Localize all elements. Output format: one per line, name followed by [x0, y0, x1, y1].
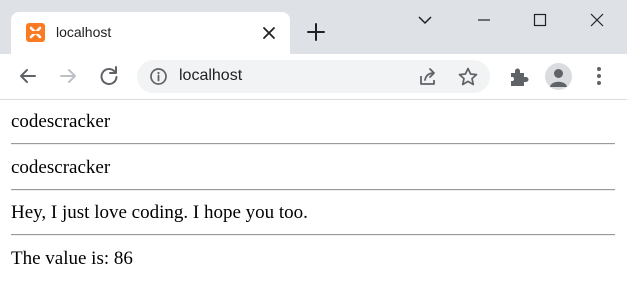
xampp-favicon-icon — [26, 23, 45, 42]
browser-toolbar: localhost — [0, 54, 627, 100]
info-icon[interactable] — [149, 67, 168, 86]
browser-tab[interactable]: localhost — [11, 12, 290, 54]
value-text: The value is: 86 — [11, 248, 133, 269]
divider — [11, 234, 615, 236]
tab-title: localhost — [56, 24, 112, 40]
share-icon[interactable] — [417, 66, 439, 88]
divider — [11, 143, 615, 145]
forward-arrow-icon[interactable] — [54, 62, 82, 90]
star-icon[interactable] — [457, 66, 479, 88]
plus-icon[interactable] — [305, 21, 327, 43]
address-bar[interactable]: localhost — [137, 60, 490, 93]
divider — [11, 189, 615, 191]
profile-icon[interactable] — [545, 63, 572, 90]
kebab-menu-icon[interactable] — [585, 62, 613, 90]
back-arrow-icon[interactable] — [14, 62, 42, 90]
browser-titlebar: localhost — [0, 0, 627, 54]
minimize-icon[interactable] — [470, 8, 498, 32]
chevron-down-icon[interactable] — [411, 8, 439, 32]
close-window-icon[interactable] — [583, 8, 611, 32]
maximize-icon[interactable] — [526, 8, 554, 32]
close-icon[interactable] — [260, 24, 278, 42]
puzzle-icon[interactable] — [505, 63, 533, 91]
reload-icon[interactable] — [95, 62, 123, 90]
text-line-3: Hey, I just love coding. I hope you too. — [11, 202, 308, 223]
page-content: codescracker codescracker Hey, I just lo… — [0, 100, 627, 306]
url-text: localhost — [179, 67, 243, 84]
text-line-2: codescracker — [11, 157, 111, 178]
text-line-1: codescracker — [11, 111, 111, 132]
